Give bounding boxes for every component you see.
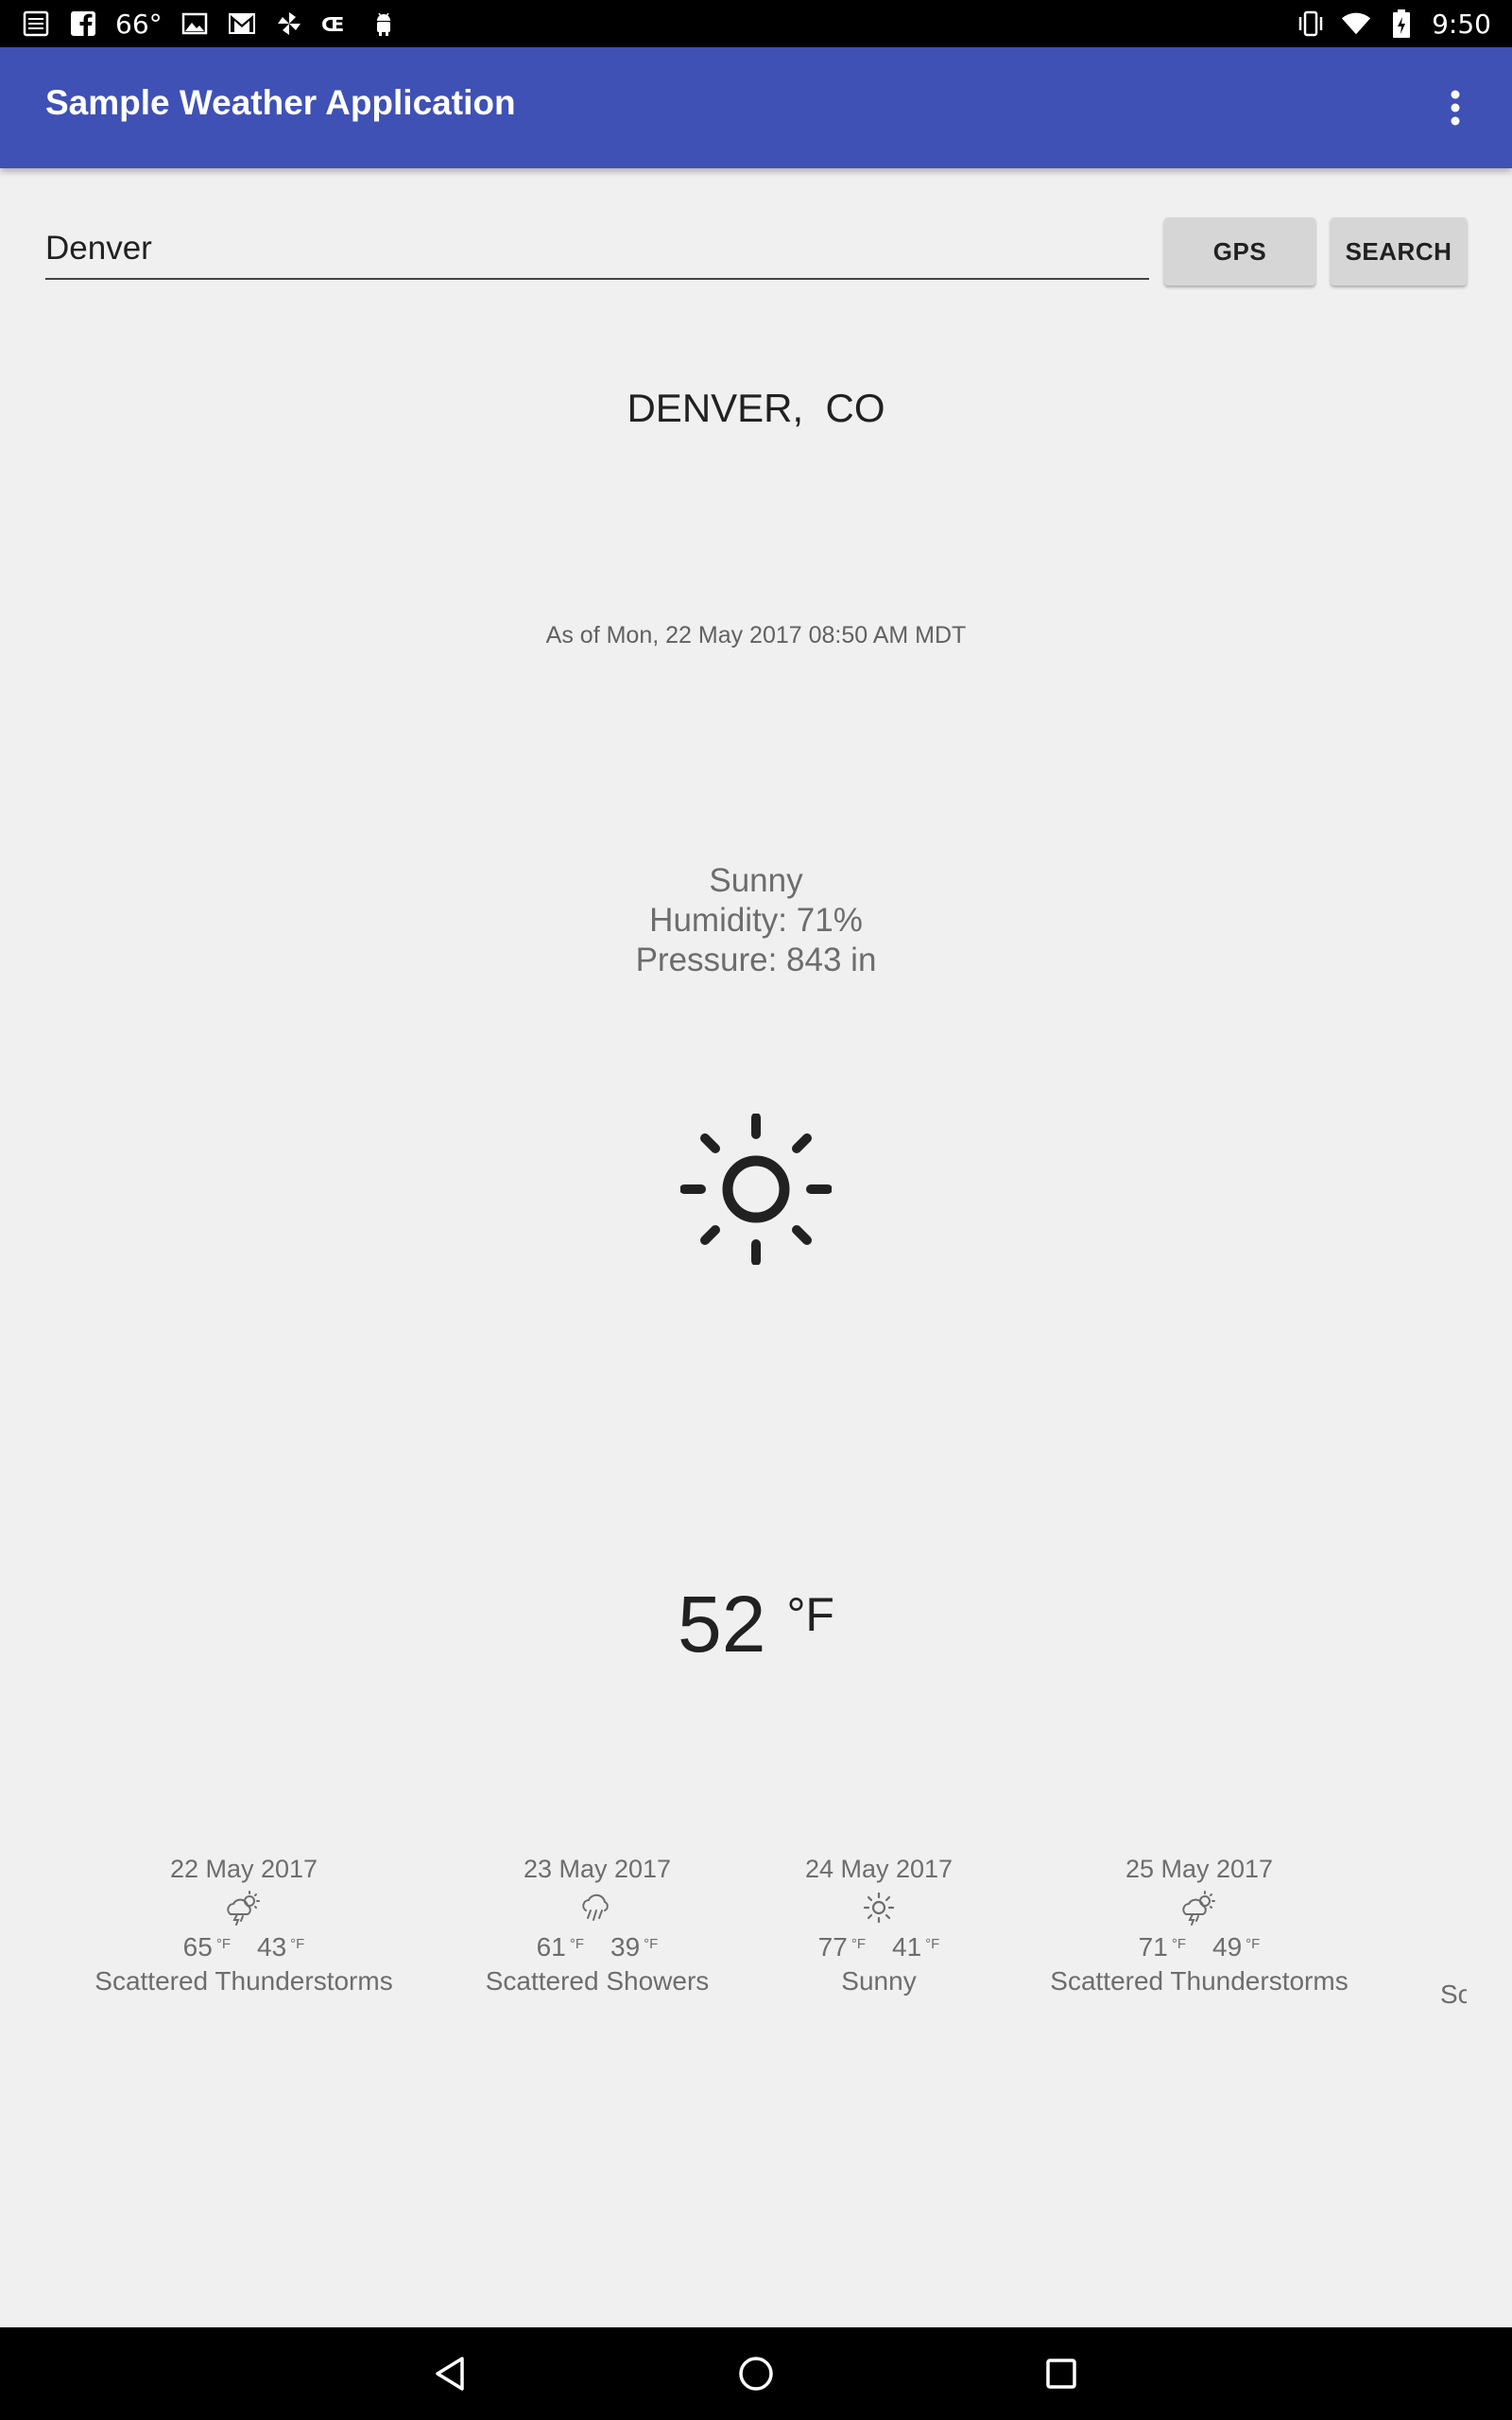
forecast-unit: °F: [925, 1936, 940, 1952]
vibrate-icon: [1296, 9, 1326, 39]
status-bar: 66° Œ 9:50: [0, 0, 1512, 47]
system-icons: 9:50: [1296, 6, 1491, 42]
sun-icon: [679, 1113, 833, 1266]
forecast-description: Scattered Thunderstorms: [94, 1966, 393, 1996]
android-icon: [369, 9, 399, 39]
forecast-unit: °F: [215, 1936, 231, 1952]
thunderstorm-icon: [45, 1889, 442, 1927]
forecast-low: 49: [1212, 1932, 1243, 1962]
forecast-high: 71: [1138, 1932, 1168, 1962]
forecast-unit: °F: [569, 1936, 584, 1952]
app-bar: Sample Weather Application: [0, 47, 1512, 168]
recents-icon[interactable]: [1028, 2341, 1094, 2407]
forecast-low: 39: [610, 1932, 641, 1962]
condition-text: Sunny: [709, 862, 803, 899]
navigation-bar: [0, 2327, 1512, 2420]
pressure-text: Pressure: 843 in: [635, 942, 877, 978]
current-temperature: 52 °F: [0, 1579, 1512, 1670]
forecast-date: 22 May 2017: [169, 1855, 318, 1883]
city-search-input[interactable]: [45, 219, 1149, 280]
temperature-unit: °F: [786, 1588, 834, 1641]
notification-icons: 66° Œ: [21, 6, 399, 42]
forecast-unit: °F: [644, 1936, 659, 1952]
search-button[interactable]: SEARCH: [1331, 217, 1467, 285]
forecast-unit: °F: [1246, 1936, 1261, 1952]
app-icon: Œ: [321, 9, 352, 39]
svg-text:Œ: Œ: [321, 13, 344, 36]
humidity-text: Humidity: 71%: [649, 902, 863, 939]
forecast-day: 25 May 2017 71 °F 49 °F Scattered Thunderst…: [1001, 1853, 1398, 2000]
forecast-day-partial: Sc: [1440, 1976, 1467, 2014]
forecast-unit: °F: [850, 1936, 866, 1952]
temperature-value: 52: [678, 1580, 766, 1668]
forecast-high: 77: [817, 1932, 848, 1962]
pinwheel-icon: [274, 9, 304, 39]
back-icon[interactable]: [418, 2341, 484, 2407]
forecast-unit: °F: [1171, 1936, 1186, 1952]
forecast-day: 22 May 2017 65 °F 43 °F Scattered Thunderst…: [45, 1853, 442, 2000]
gps-button[interactable]: GPS: [1164, 217, 1315, 285]
forecast-low: 43: [257, 1932, 287, 1962]
image-icon: [180, 9, 210, 39]
facebook-icon: [68, 9, 98, 39]
bible-icon: [21, 9, 51, 39]
last-updated-text: As of Mon, 22 May 2017 08:50 AM MDT: [545, 622, 967, 648]
forecast-high: 61: [536, 1932, 566, 1962]
forecast-date: 25 May 2017: [1125, 1855, 1274, 1883]
forecast-description: Scattered Thunderstorms: [1050, 1966, 1349, 1996]
gmail-icon: [227, 9, 257, 39]
forecast-low: 41: [892, 1932, 922, 1962]
overflow-menu-icon[interactable]: [1425, 78, 1486, 138]
battery-icon: [1386, 9, 1417, 39]
app-title: Sample Weather Application: [45, 83, 516, 122]
city-name: DENVER, CO: [627, 386, 885, 430]
home-icon[interactable]: [723, 2341, 789, 2407]
forecast-temps: 71 °F 49 °F: [1001, 1927, 1398, 1962]
forecast-description: Sc: [1440, 1979, 1467, 2009]
forecast-temps: 65 °F 43 °F: [45, 1927, 442, 1962]
status-time: 9:50: [1432, 8, 1491, 40]
wifi-icon: [1341, 9, 1371, 39]
forecast-unit: °F: [290, 1936, 305, 1952]
status-temperature: 66°: [115, 8, 163, 40]
thunderstorm-icon: [1001, 1889, 1398, 1927]
forecast-high: 65: [182, 1932, 213, 1962]
